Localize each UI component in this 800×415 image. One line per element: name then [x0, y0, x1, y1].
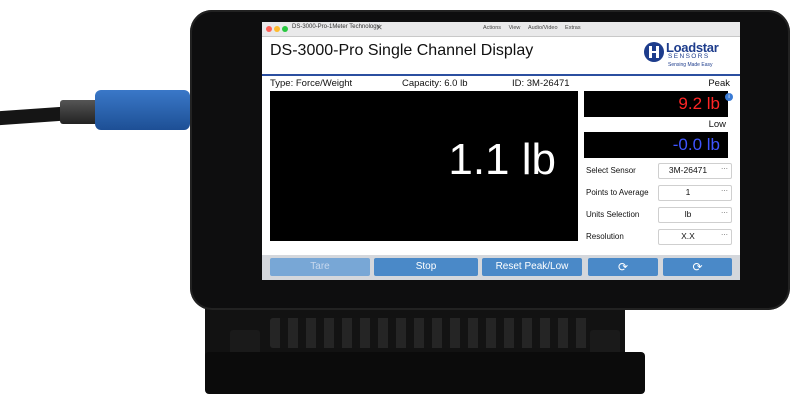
close-tab-icon[interactable]: ✕ [376, 23, 383, 32]
refresh-button-2[interactable]: ⟳ [663, 258, 732, 276]
units-selection-dropdown[interactable]: lb ⋯ [658, 207, 732, 223]
usb-plug [60, 100, 100, 124]
menu-audio-video[interactable]: Audio/Video [528, 25, 558, 31]
sensor-id: ID: 3M-26471 [512, 78, 570, 89]
usb-connector [95, 90, 190, 130]
maximize-dot-icon[interactable] [282, 26, 288, 32]
select-sensor-label: Select Sensor [586, 166, 636, 175]
logo-brand-sub: SENSORS [668, 53, 710, 60]
refresh-icon: ⟳ [692, 260, 703, 274]
app-title: DS-3000-Pro Single Channel Display [270, 42, 534, 59]
resolution-value: X.X [681, 231, 695, 241]
points-to-average-value: 1 [685, 187, 691, 197]
low-label: Low [708, 119, 726, 130]
select-sensor-dropdown[interactable]: 3M-26471 ⋯ [658, 163, 732, 179]
refresh-button-1[interactable]: ⟳ [588, 258, 658, 276]
window-title: DS-3000-Pro-1Meter Technology [292, 24, 380, 30]
resolution-label: Resolution [586, 232, 624, 241]
peak-info-icon[interactable]: i [725, 93, 733, 101]
sensor-type: Type: Force/Weight [270, 78, 353, 89]
menu-view[interactable]: View [509, 25, 521, 31]
stand-vent [270, 318, 590, 348]
stop-button[interactable]: Stop [374, 258, 478, 276]
menu-actions[interactable]: Actions [483, 25, 501, 31]
points-to-average-label: Points to Average [586, 188, 649, 197]
loadstar-logo: Loadstar SENSORS Sensing Made Easy [644, 38, 736, 72]
reset-peak-low-button[interactable]: Reset Peak/Low [482, 258, 582, 276]
logo-mark-icon [644, 42, 664, 62]
stand-base [205, 352, 645, 394]
select-sensor-value: 3M-26471 [668, 165, 708, 175]
units-selection-value: lb [684, 209, 692, 219]
peak-display: 9.2 lb [584, 91, 728, 117]
main-reading-display: 1.1 lb [270, 91, 578, 241]
logo-tagline: Sensing Made Easy [668, 62, 713, 68]
minimize-dot-icon[interactable] [274, 26, 280, 32]
refresh-icon: ⟳ [617, 260, 629, 274]
sensor-capacity: Capacity: 6.0 lb [402, 78, 468, 89]
resolution-dropdown[interactable]: X.X ⋯ [658, 229, 732, 245]
units-selection-label: Units Selection [586, 210, 640, 219]
main-reading-value: 1.1 lb [448, 135, 556, 184]
more-dots-icon: ⋯ [721, 210, 728, 217]
low-value: -0.0 lb [672, 135, 720, 154]
header-divider [262, 74, 740, 76]
points-to-average-dropdown[interactable]: 1 ⋯ [658, 185, 732, 201]
button-bar: Tare Stop Reset Peak/Low ⟳ ⟳ [262, 255, 740, 280]
menu-extras[interactable]: Extras [565, 25, 581, 31]
window-titlebar: DS-3000-Pro-1Meter Technology ✕ Actions … [262, 22, 740, 37]
peak-label: Peak [708, 78, 730, 89]
display-screen: DS-3000-Pro-1Meter Technology ✕ Actions … [262, 22, 740, 280]
more-dots-icon: ⋯ [721, 166, 728, 173]
more-dots-icon: ⋯ [721, 232, 728, 239]
close-dot-icon[interactable] [266, 26, 272, 32]
tare-button[interactable]: Tare [270, 258, 370, 276]
window-menu: Actions View Audio/Video Extras [477, 25, 581, 31]
peak-value: 9.2 lb [678, 94, 720, 113]
low-display: -0.0 lb [584, 132, 728, 158]
more-dots-icon: ⋯ [721, 188, 728, 195]
